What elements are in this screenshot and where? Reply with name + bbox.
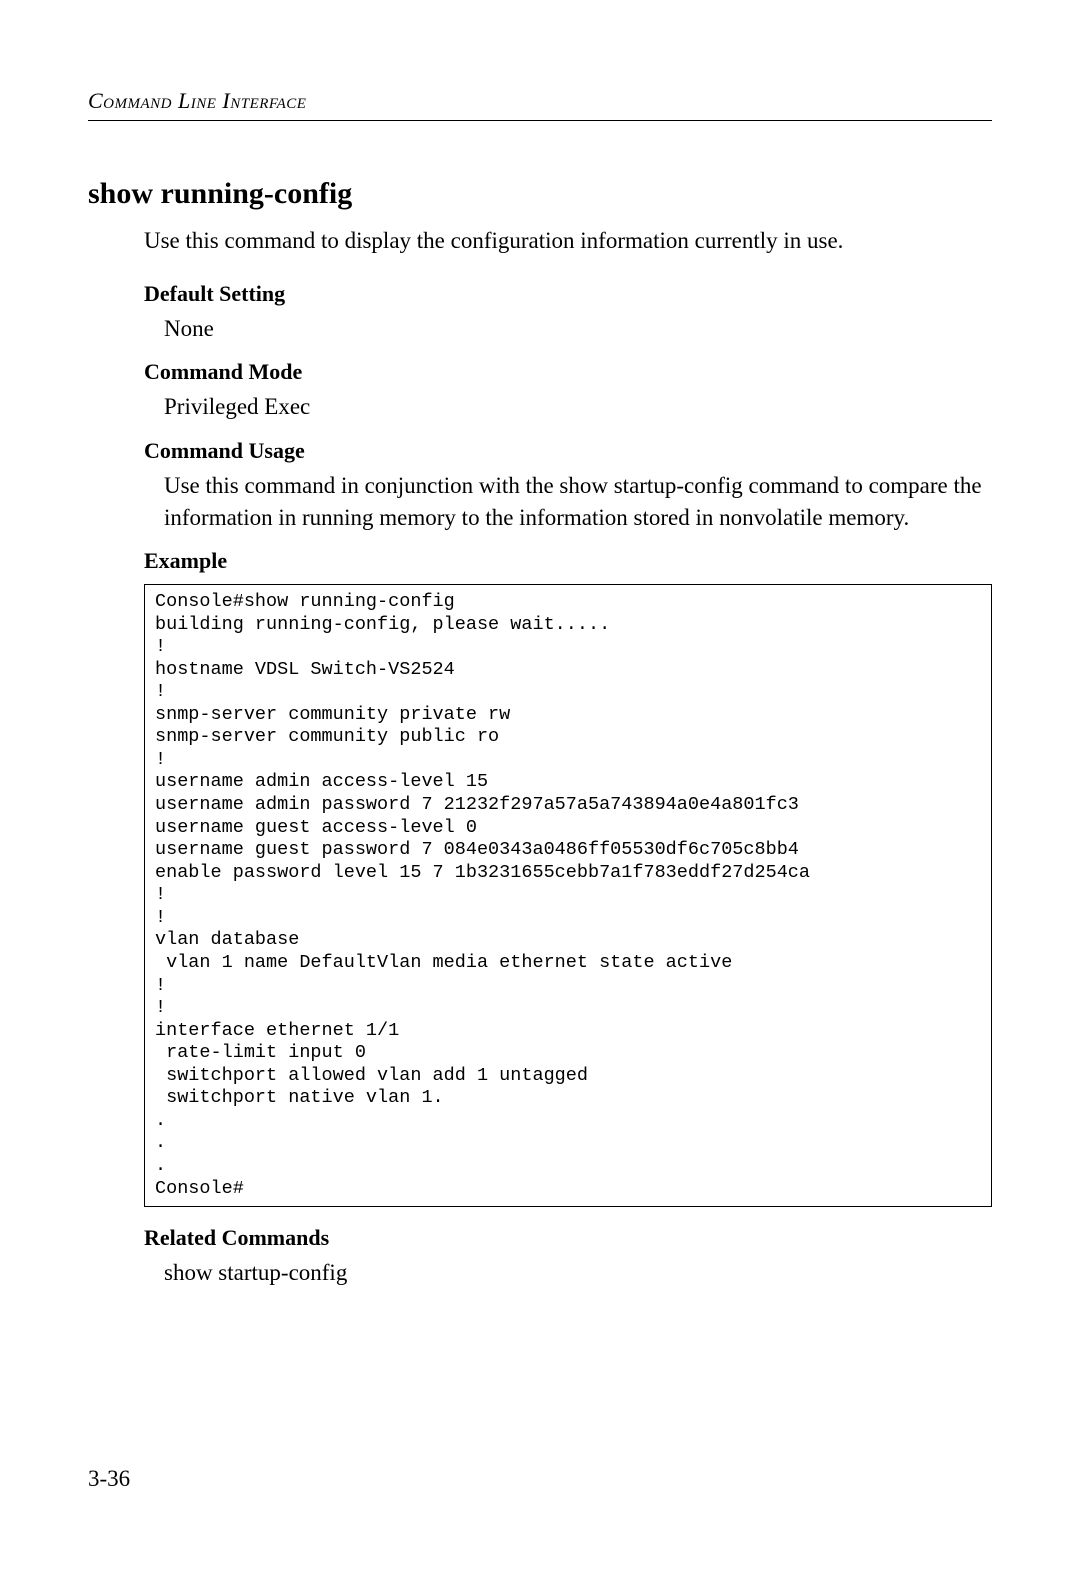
running-header: Command Line Interface xyxy=(88,88,992,114)
example-label: Example xyxy=(144,548,992,574)
default-setting-body: None xyxy=(164,313,992,345)
command-usage-body: Use this command in conjunction with the… xyxy=(164,470,992,534)
command-mode-body: Privileged Exec xyxy=(164,391,992,423)
header-rule xyxy=(88,120,992,121)
related-commands-body: show startup-config xyxy=(164,1257,992,1289)
command-title: show running-config xyxy=(88,177,992,211)
related-commands-label: Related Commands xyxy=(144,1225,992,1251)
page-number: 3-36 xyxy=(88,1466,130,1492)
command-usage-label: Command Usage xyxy=(144,438,992,464)
default-setting-label: Default Setting xyxy=(144,281,992,307)
command-mode-label: Command Mode xyxy=(144,359,992,385)
intro-paragraph: Use this command to display the configur… xyxy=(144,225,992,257)
example-code-block: Console#show running-config building run… xyxy=(144,584,992,1207)
